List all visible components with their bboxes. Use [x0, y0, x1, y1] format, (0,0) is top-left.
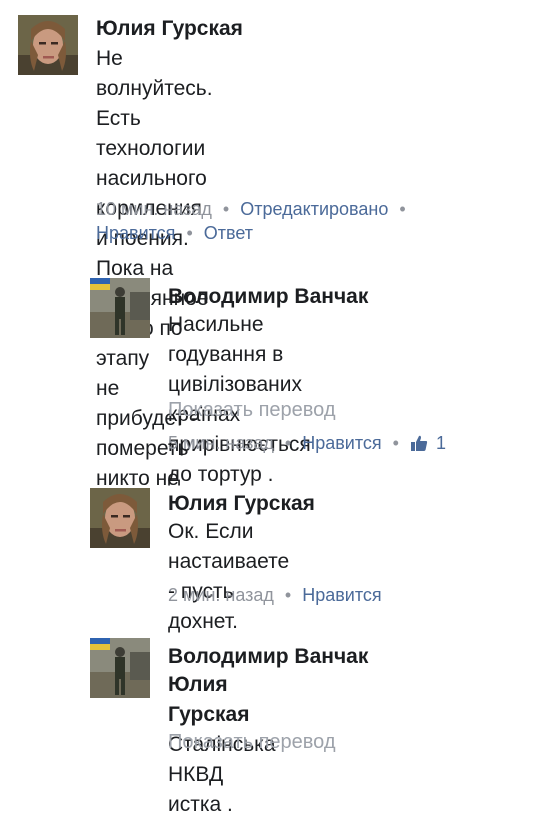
comment-author[interactable]: Юлия Гурская	[96, 15, 243, 43]
like-count[interactable]: 1	[410, 433, 446, 453]
comment-author[interactable]: Володимир Ванчак	[168, 643, 368, 671]
like-button[interactable]: Нравится	[96, 223, 175, 243]
comment-text: Ок. Если настаиваете - пусть дохнет.	[168, 520, 290, 633]
comment-author[interactable]: Володимир Ванчак	[168, 283, 368, 311]
like-count-value: 1	[435, 433, 446, 453]
timestamp: 10 мин. назад	[96, 199, 212, 219]
soldier-photo-icon	[90, 278, 150, 338]
like-button[interactable]: Нравится	[302, 433, 381, 453]
comment-meta: 2 мин. назад • Нравится	[168, 585, 382, 605]
avatar[interactable]	[90, 278, 150, 338]
show-translation-link[interactable]: Показать перевод	[168, 397, 336, 423]
comment-actions: Нравится • Ответ	[96, 223, 254, 243]
timestamp: 2 мин. назад	[168, 585, 274, 605]
avatar[interactable]	[18, 15, 78, 75]
timestamp: 5 мин. назад	[168, 433, 274, 453]
user-photo-icon	[18, 15, 78, 75]
avatar[interactable]	[90, 488, 150, 548]
comment-author[interactable]: Юлия Гурская	[168, 490, 315, 518]
soldier-photo-icon	[90, 638, 150, 698]
user-photo-icon	[90, 488, 150, 548]
avatar[interactable]	[90, 638, 150, 698]
like-button[interactable]: Нравится	[302, 585, 381, 605]
thumbs-up-icon	[410, 435, 428, 451]
mention-link[interactable]: Юлия Гурская	[168, 673, 249, 726]
reply-button[interactable]: Ответ	[204, 223, 253, 243]
edited-link[interactable]: Отредактировано	[240, 199, 388, 219]
comment-meta: 10 мин. назад • Отредактировано •	[96, 199, 406, 219]
comment-meta: 5 мин. назад • Нравится • 1	[168, 433, 446, 453]
show-translation-link[interactable]: Показать перевод	[168, 729, 336, 755]
